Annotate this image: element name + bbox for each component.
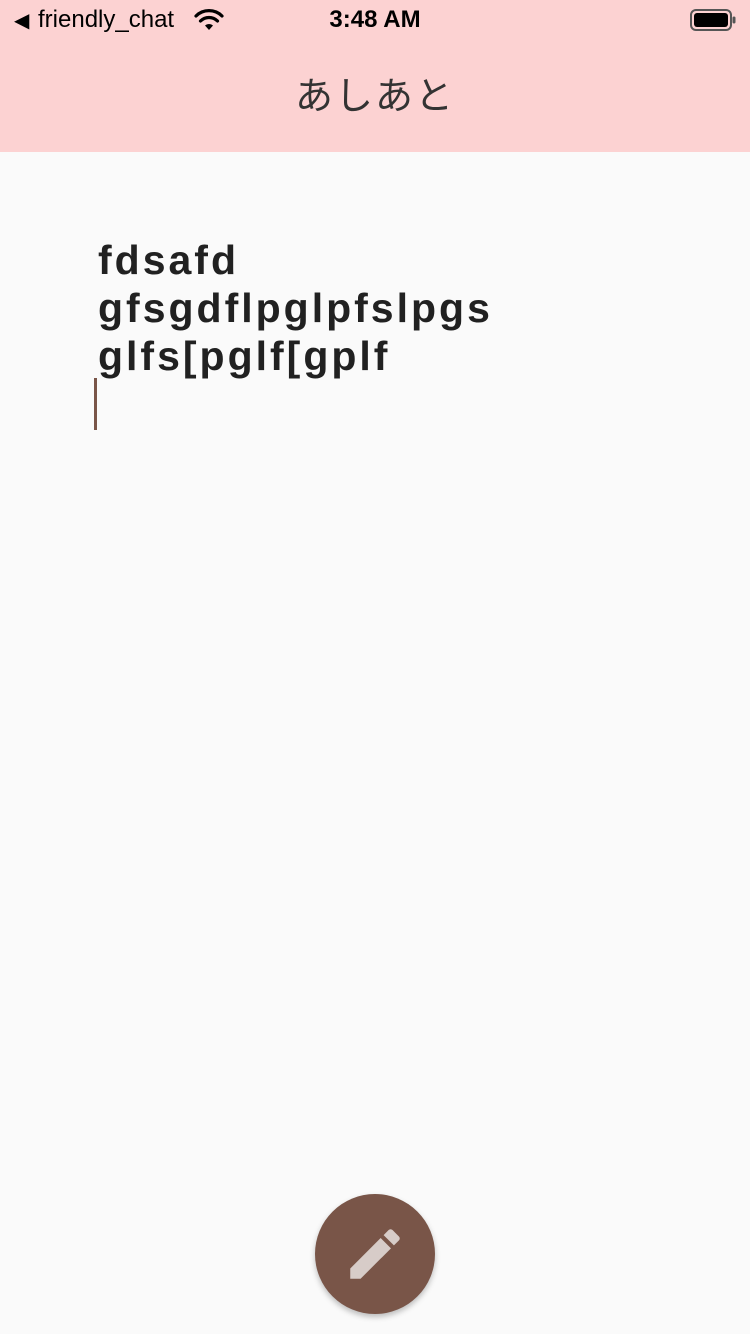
status-bar: ◀ friendly_chat 3:48 AM — [0, 0, 750, 40]
page-title: あしあと — [294, 74, 455, 118]
pencil-icon — [350, 1229, 400, 1279]
note-line: glfs[pglf[gplf — [98, 333, 391, 379]
note-line: fdsafd — [98, 237, 239, 283]
note-line: gfsgdflpglpfslpgs — [98, 285, 493, 331]
battery-icon — [690, 9, 736, 31]
text-cursor — [94, 378, 97, 430]
app-bar: ◀ friendly_chat 3:48 AM あしあと — [0, 0, 750, 152]
edit-fab-button[interactable] — [315, 1194, 435, 1314]
note-text-field[interactable]: fdsafd gfsgdflpglpfslpgs glfs[pglf[gplf — [98, 236, 698, 380]
status-time: 3:48 AM — [329, 6, 421, 33]
